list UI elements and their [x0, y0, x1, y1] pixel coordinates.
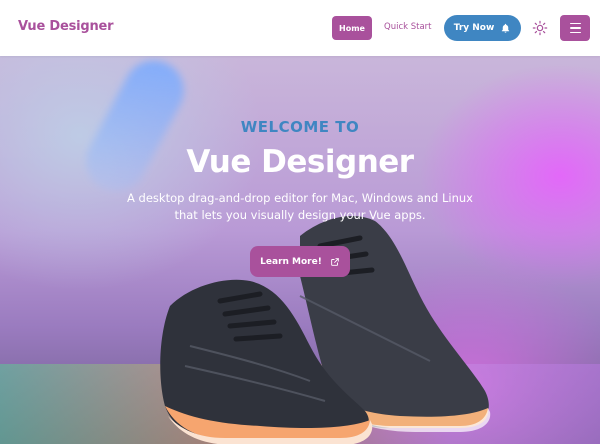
- hamburger-menu-icon: [569, 22, 581, 25]
- hamburger-menu-button[interactable]: [560, 15, 590, 41]
- bell-icon: [502, 23, 510, 33]
- sun-icon: [532, 20, 548, 36]
- top-navbar: Vue Designer Home Quick Start Try Now: [0, 0, 600, 56]
- nav-home-link[interactable]: Home: [332, 16, 372, 40]
- theme-toggle[interactable]: [532, 20, 548, 36]
- external-link-icon: [331, 257, 339, 266]
- hero-subtitle: A desktop drag-and-drop editor for Mac, …: [0, 190, 600, 224]
- hero-section: WELCOME TO Vue Designer A desktop drag-a…: [0, 56, 600, 444]
- hero-welcome-text: WELCOME TO: [240, 118, 360, 136]
- hero-title: Vue Designer: [186, 144, 414, 180]
- try-now-button[interactable]: Try Now: [444, 15, 521, 41]
- hero-subtitle-line-2: that lets you visually design your Vue a…: [174, 208, 426, 222]
- brand-logo-text[interactable]: Vue Designer: [18, 19, 114, 34]
- nav-quick-start-link[interactable]: Quick Start: [384, 22, 432, 32]
- learn-more-label: Learn More!: [260, 256, 322, 267]
- learn-more-button[interactable]: Learn More!: [250, 246, 350, 277]
- hero-subtitle-line-1: A desktop drag-and-drop editor for Mac, …: [127, 191, 473, 205]
- try-now-label: Try Now: [453, 23, 495, 33]
